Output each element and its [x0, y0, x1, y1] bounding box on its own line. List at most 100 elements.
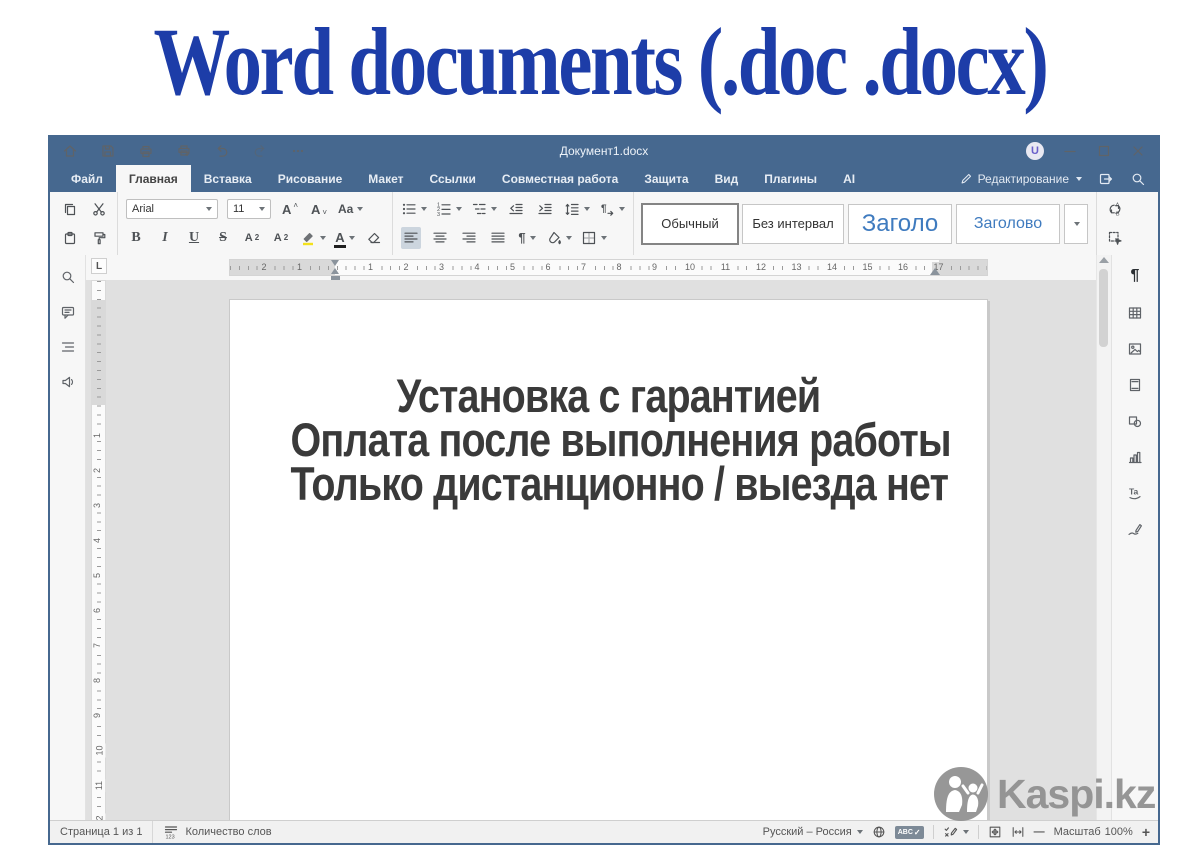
font-color-button[interactable]: A — [335, 227, 355, 249]
tab-ссылки[interactable]: Ссылки — [416, 165, 488, 192]
chart-settings-icon[interactable] — [1127, 449, 1143, 465]
font-name-select[interactable]: Arial — [126, 199, 218, 219]
right-indent-marker[interactable] — [930, 268, 940, 275]
header-footer-icon[interactable] — [1127, 377, 1143, 393]
spell-check-toggle[interactable]: ABC✓ — [895, 826, 924, 839]
ruler-number: 2 — [92, 466, 103, 475]
copy-button[interactable] — [60, 198, 80, 220]
scrollbar-thumb[interactable] — [1099, 269, 1108, 347]
table-settings-icon[interactable] — [1127, 305, 1143, 321]
tab-ai[interactable]: AI — [830, 165, 868, 192]
edit-mode-selector[interactable]: Редактирование — [959, 172, 1082, 186]
subscript-button[interactable]: A2 — [271, 227, 291, 249]
bullet-list-button[interactable] — [401, 198, 427, 220]
font-group: Arial 11 A˄ A˅ Aa B I U S A2 A2 — [117, 192, 392, 255]
image-settings-icon[interactable] — [1127, 341, 1143, 357]
style-1[interactable]: Обычный — [642, 204, 738, 244]
search-icon[interactable] — [60, 269, 76, 285]
close-icon[interactable] — [1130, 143, 1146, 159]
underline-button[interactable]: U — [184, 227, 204, 249]
bold-button[interactable]: B — [126, 227, 146, 249]
tab-макет[interactable]: Макет — [355, 165, 416, 192]
tab-плагины[interactable]: Плагины — [751, 165, 830, 192]
styles-gallery-more-button[interactable] — [1064, 204, 1088, 244]
print-icon[interactable] — [138, 143, 154, 159]
strikethrough-button[interactable]: S — [213, 227, 233, 249]
font-size-select[interactable]: 11 — [227, 199, 271, 219]
tab-stop-selector[interactable]: L — [91, 258, 107, 274]
scroll-up-arrow-icon[interactable] — [1099, 257, 1109, 263]
change-case-button[interactable]: Aa — [338, 198, 363, 220]
increase-font-button[interactable]: A˄ — [280, 198, 300, 220]
hanging-indent-marker[interactable] — [331, 268, 339, 274]
align-center-button[interactable] — [430, 227, 450, 249]
fit-page-button[interactable] — [988, 825, 1002, 839]
open-file-location-icon[interactable] — [1098, 171, 1114, 187]
horizontal-ruler[interactable]: 211234567891011121314151617 — [229, 259, 988, 276]
shape-settings-icon[interactable] — [1127, 413, 1143, 429]
undo-icon[interactable] — [214, 143, 230, 159]
style-2[interactable]: Без интервал — [742, 204, 844, 244]
increase-indent-button[interactable] — [535, 198, 555, 220]
shading-button[interactable] — [546, 227, 572, 249]
paragraph-mark-button[interactable]: ¶ — [599, 198, 625, 220]
align-right-button[interactable] — [459, 227, 479, 249]
tab-файл[interactable]: Файл — [58, 165, 116, 192]
multilevel-list-button[interactable] — [471, 198, 497, 220]
language-selector[interactable]: Русский – Россия — [763, 826, 863, 838]
tab-рисование[interactable]: Рисование — [265, 165, 356, 192]
tab-вставка[interactable]: Вставка — [191, 165, 265, 192]
line-spacing-button[interactable] — [564, 198, 590, 220]
track-changes-button[interactable] — [943, 825, 969, 840]
superscript-button[interactable]: A2 — [242, 227, 262, 249]
select-all-button[interactable] — [1105, 227, 1125, 249]
highlight-color-button[interactable] — [300, 227, 326, 249]
first-line-indent-marker[interactable] — [331, 260, 339, 266]
tab-защита[interactable]: Защита — [631, 165, 701, 192]
home-icon[interactable] — [62, 143, 78, 159]
save-icon[interactable] — [100, 143, 116, 159]
maximize-icon[interactable] — [1096, 143, 1112, 159]
zoom-out-button[interactable]: — — [1034, 826, 1045, 838]
style-4[interactable]: Заголово — [956, 204, 1060, 244]
more-icon[interactable] — [290, 143, 306, 159]
word-count[interactable]: 123 Количество слов — [153, 821, 281, 843]
vertical-scrollbar[interactable] — [1096, 255, 1111, 821]
search-icon-titlebar[interactable] — [1130, 171, 1146, 187]
format-painter-button[interactable] — [89, 227, 109, 249]
comments-icon[interactable] — [60, 304, 76, 320]
show-paragraph-marks-button[interactable]: ¶ — [517, 227, 537, 249]
cut-button[interactable] — [89, 198, 109, 220]
signature-icon[interactable] — [1127, 521, 1143, 537]
style-3[interactable]: Заголо — [848, 204, 952, 244]
decrease-indent-button[interactable] — [506, 198, 526, 220]
navigation-icon[interactable] — [60, 339, 76, 355]
paragraph-settings-icon[interactable]: ¶ — [1131, 267, 1140, 285]
zoom-in-button[interactable]: + — [1142, 824, 1150, 840]
borders-button[interactable] — [581, 227, 607, 249]
clear-formatting-button[interactable] — [364, 227, 384, 249]
tab-совместная-работа[interactable]: Совместная работа — [489, 165, 631, 192]
decrease-font-button[interactable]: A˅ — [309, 198, 329, 220]
numbered-list-button[interactable]: 123 — [436, 198, 462, 220]
paragraph-group: 123 ¶ ¶ — [392, 192, 633, 255]
ruler-number: 11 — [94, 779, 105, 792]
minimize-icon[interactable] — [1062, 143, 1078, 159]
avatar[interactable]: U — [1026, 142, 1044, 160]
document-language-icon[interactable] — [872, 825, 886, 839]
textart-settings-icon[interactable]: Ta — [1127, 485, 1143, 501]
italic-button[interactable]: I — [155, 227, 175, 249]
page-indicator[interactable]: Страница 1 из 1 — [50, 821, 153, 843]
align-justify-button[interactable] — [488, 227, 508, 249]
vertical-ruler[interactable]: 123456789101112 — [91, 280, 106, 821]
align-left-button[interactable] — [401, 227, 421, 249]
fit-width-button[interactable] — [1011, 825, 1025, 839]
feedback-icon[interactable] — [60, 374, 76, 390]
document-page[interactable]: Установка с гарантиейОплата после выполн… — [229, 299, 988, 821]
replace-button[interactable]: AB — [1105, 198, 1125, 220]
redo-icon[interactable] — [252, 143, 268, 159]
tab-главная[interactable]: Главная — [116, 165, 191, 192]
paste-button[interactable] — [60, 227, 80, 249]
tab-вид[interactable]: Вид — [702, 165, 752, 192]
quick-print-icon[interactable] — [176, 143, 192, 159]
